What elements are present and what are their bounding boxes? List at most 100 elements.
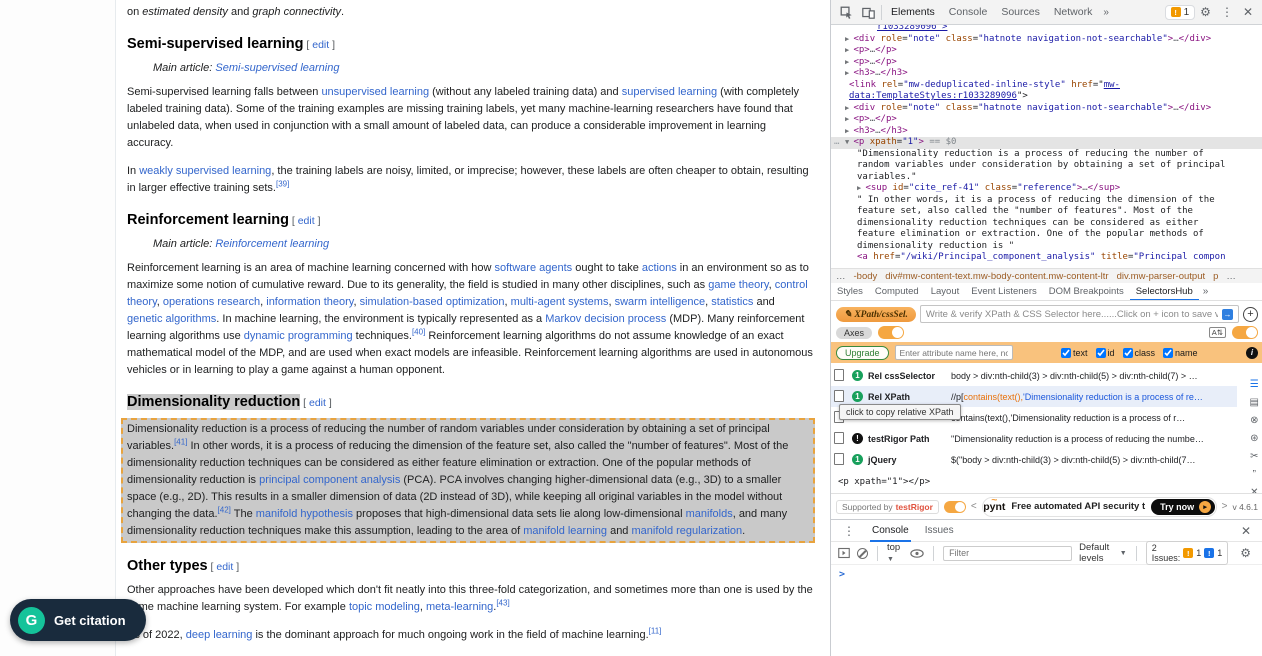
quote-icon[interactable]: ”	[1253, 469, 1256, 480]
kebab-menu-icon[interactable]: ⋮	[1216, 5, 1238, 19]
citation-ref[interactable]: [42]	[218, 505, 231, 514]
wiki-link[interactable]: actions	[642, 262, 677, 274]
wiki-link[interactable]: operations research	[163, 296, 260, 308]
drawer-tab-console[interactable]: Console	[870, 520, 911, 542]
wiki-link[interactable]: statistics	[711, 296, 753, 308]
tab-computed[interactable]: Computed	[869, 283, 925, 301]
wiki-link[interactable]: multi-agent systems	[511, 296, 609, 308]
pynt-ad-banner[interactable]: pynt Free automated API security t Try n…	[982, 497, 1217, 517]
wiki-link[interactable]: genetic algorithms	[127, 313, 216, 325]
log-levels-dropdown[interactable]: Default levels▼	[1079, 542, 1127, 564]
copy-icon[interactable]	[836, 371, 844, 381]
eye-icon[interactable]	[910, 549, 924, 558]
wiki-link[interactable]: supervised learning	[622, 86, 717, 98]
name-checkbox[interactable]	[1163, 348, 1173, 358]
dom-tree-node[interactable]: " In other words, it is a process of red…	[831, 195, 1262, 253]
clear-console-icon[interactable]	[857, 548, 868, 559]
supported-by-badge[interactable]: Supported by testRigor	[836, 500, 939, 514]
wiki-link[interactable]: Reinforcement learning	[215, 238, 329, 250]
attribute-input[interactable]	[895, 345, 1013, 360]
wiki-link[interactable]: topic modeling	[349, 601, 420, 613]
edit-link[interactable]: edit	[298, 215, 315, 227]
checkbox-text[interactable]: text	[1061, 348, 1088, 358]
class-checkbox[interactable]	[1123, 348, 1133, 358]
dom-tree-node[interactable]: ▶ <h3>…</h3>	[831, 126, 1262, 138]
wiki-link[interactable]: manifold regularization	[631, 525, 742, 537]
get-citation-button[interactable]: G Get citation	[10, 599, 146, 641]
dom-tree-node[interactable]: r1033289096">	[831, 25, 1262, 34]
xpath-csssel-button[interactable]: ✎ XPath/cssSel.	[836, 307, 916, 322]
wiki-link[interactable]: dynamic programming	[244, 330, 353, 342]
drawer-kebab-icon[interactable]: ⋮	[838, 524, 860, 538]
checkbox-name[interactable]: name	[1163, 348, 1198, 358]
dom-tree-node[interactable]: ▶ <p>…</p>	[831, 114, 1262, 126]
citation-ref[interactable]: [43]	[496, 598, 509, 607]
breadcrumb-overflow[interactable]: …	[1226, 271, 1236, 282]
console-filter-input[interactable]	[943, 546, 1072, 561]
wiki-link[interactable]: simulation-based optimization	[360, 296, 505, 308]
tab-elements[interactable]: Elements	[884, 0, 942, 25]
tab-event-listeners[interactable]: Event Listeners	[965, 283, 1042, 301]
device-toolbar-icon[interactable]	[857, 2, 879, 22]
drawer-tab-issues[interactable]: Issues	[923, 520, 956, 542]
next-ad-icon[interactable]: >	[1222, 501, 1228, 512]
checkbox-class[interactable]: class	[1123, 348, 1156, 358]
collapsed-marker[interactable]: …	[834, 137, 839, 149]
tab-styles[interactable]: Styles	[831, 283, 869, 301]
citation-ref[interactable]: [41]	[174, 437, 187, 446]
breadcrumb-item[interactable]: p	[1213, 271, 1218, 282]
breadcrumb-item[interactable]: -body	[854, 271, 878, 282]
dom-tree-node[interactable]: ▶ <sup id="cite_ref-41" class="reference…	[831, 183, 1262, 195]
citation-ref[interactable]: [39]	[276, 179, 289, 188]
breadcrumb-item[interactable]: div.mw-parser-output	[1117, 271, 1206, 282]
text-case-icon[interactable]: A⇅	[1209, 327, 1226, 338]
wiki-link[interactable]: meta-learning	[426, 601, 493, 613]
wiki-link[interactable]: deep learning	[186, 629, 253, 641]
ad-toggle[interactable]	[944, 501, 966, 513]
add-selector-icon[interactable]: +	[1243, 307, 1258, 322]
tab-console[interactable]: Console	[942, 0, 995, 25]
selector-input[interactable]: Write & verify XPath & CSS Selector here…	[920, 305, 1239, 323]
wiki-link[interactable]: swarm intelligence	[615, 296, 705, 308]
edit-link[interactable]: edit	[312, 39, 329, 51]
copy-icon[interactable]	[836, 455, 844, 465]
citation-ref[interactable]: [11]	[649, 626, 662, 635]
dom-tree-node[interactable]: <link rel="mw-deduplicated-inline-style"…	[831, 80, 1262, 103]
upgrade-button[interactable]: Upgrade	[836, 346, 889, 360]
selector-row-rel-cssselector[interactable]: 1Rel cssSelectorbody > div:nth-child(3) …	[831, 365, 1237, 386]
tab-sources[interactable]: Sources	[994, 0, 1047, 25]
disable-icon[interactable]: ⊗	[1250, 415, 1258, 426]
axes-button[interactable]: Axes	[836, 327, 872, 339]
breadcrumb-item[interactable]: div#mw-content-text.mw-body-content.mw-c…	[885, 271, 1108, 282]
dom-tree-node[interactable]: ▶ <p>…</p>	[831, 45, 1262, 57]
selector-row-testrigor-path[interactable]: !testRigor Path"Dimensionality reduction…	[831, 428, 1237, 449]
copy-icon[interactable]	[836, 392, 844, 402]
wiki-link[interactable]: software agents	[495, 262, 573, 274]
context-selector[interactable]: top ▼	[887, 542, 903, 564]
console-sidebar-icon[interactable]	[838, 547, 850, 559]
wiki-link[interactable]: r1033289096">	[877, 25, 947, 32]
citation-ref[interactable]: [40]	[412, 327, 425, 336]
tab-dom-breakpoints[interactable]: DOM Breakpoints	[1043, 283, 1130, 301]
tab-layout[interactable]: Layout	[925, 283, 966, 301]
more-tabs-icon[interactable]: »	[1099, 7, 1113, 18]
dom-tree-node[interactable]: "Dimensionality reduction is a process o…	[831, 149, 1262, 184]
console-prompt[interactable]: >	[839, 569, 845, 580]
tab-network[interactable]: Network	[1047, 0, 1100, 25]
dom-tree-node[interactable]: ▶ <h3>…</h3>	[831, 68, 1262, 80]
more-tabs-icon[interactable]: »	[1199, 286, 1213, 297]
copy-icon[interactable]	[836, 434, 844, 444]
selector-list-icon[interactable]: ☰	[1250, 379, 1259, 390]
target-icon[interactable]: ⊛	[1250, 433, 1258, 444]
dom-tree-node[interactable]: ▶ <p>…</p>	[831, 57, 1262, 69]
page-structure-icon[interactable]: ▤	[1250, 397, 1259, 408]
edit-link[interactable]: edit	[309, 397, 326, 409]
checkbox-id[interactable]: id	[1096, 348, 1115, 358]
axes-toggle[interactable]	[878, 326, 904, 339]
dom-tree-node[interactable]: ▶ <div role="note" class="hatnote naviga…	[831, 34, 1262, 46]
wiki-link[interactable]: principal component analysis	[259, 474, 400, 486]
wiki-link[interactable]: information theory	[266, 296, 353, 308]
info-icon[interactable]: i	[1246, 347, 1258, 359]
dom-tree-node[interactable]: <a href="/wiki/Principal_component_analy…	[831, 252, 1262, 264]
prev-ad-icon[interactable]: <	[971, 501, 977, 512]
